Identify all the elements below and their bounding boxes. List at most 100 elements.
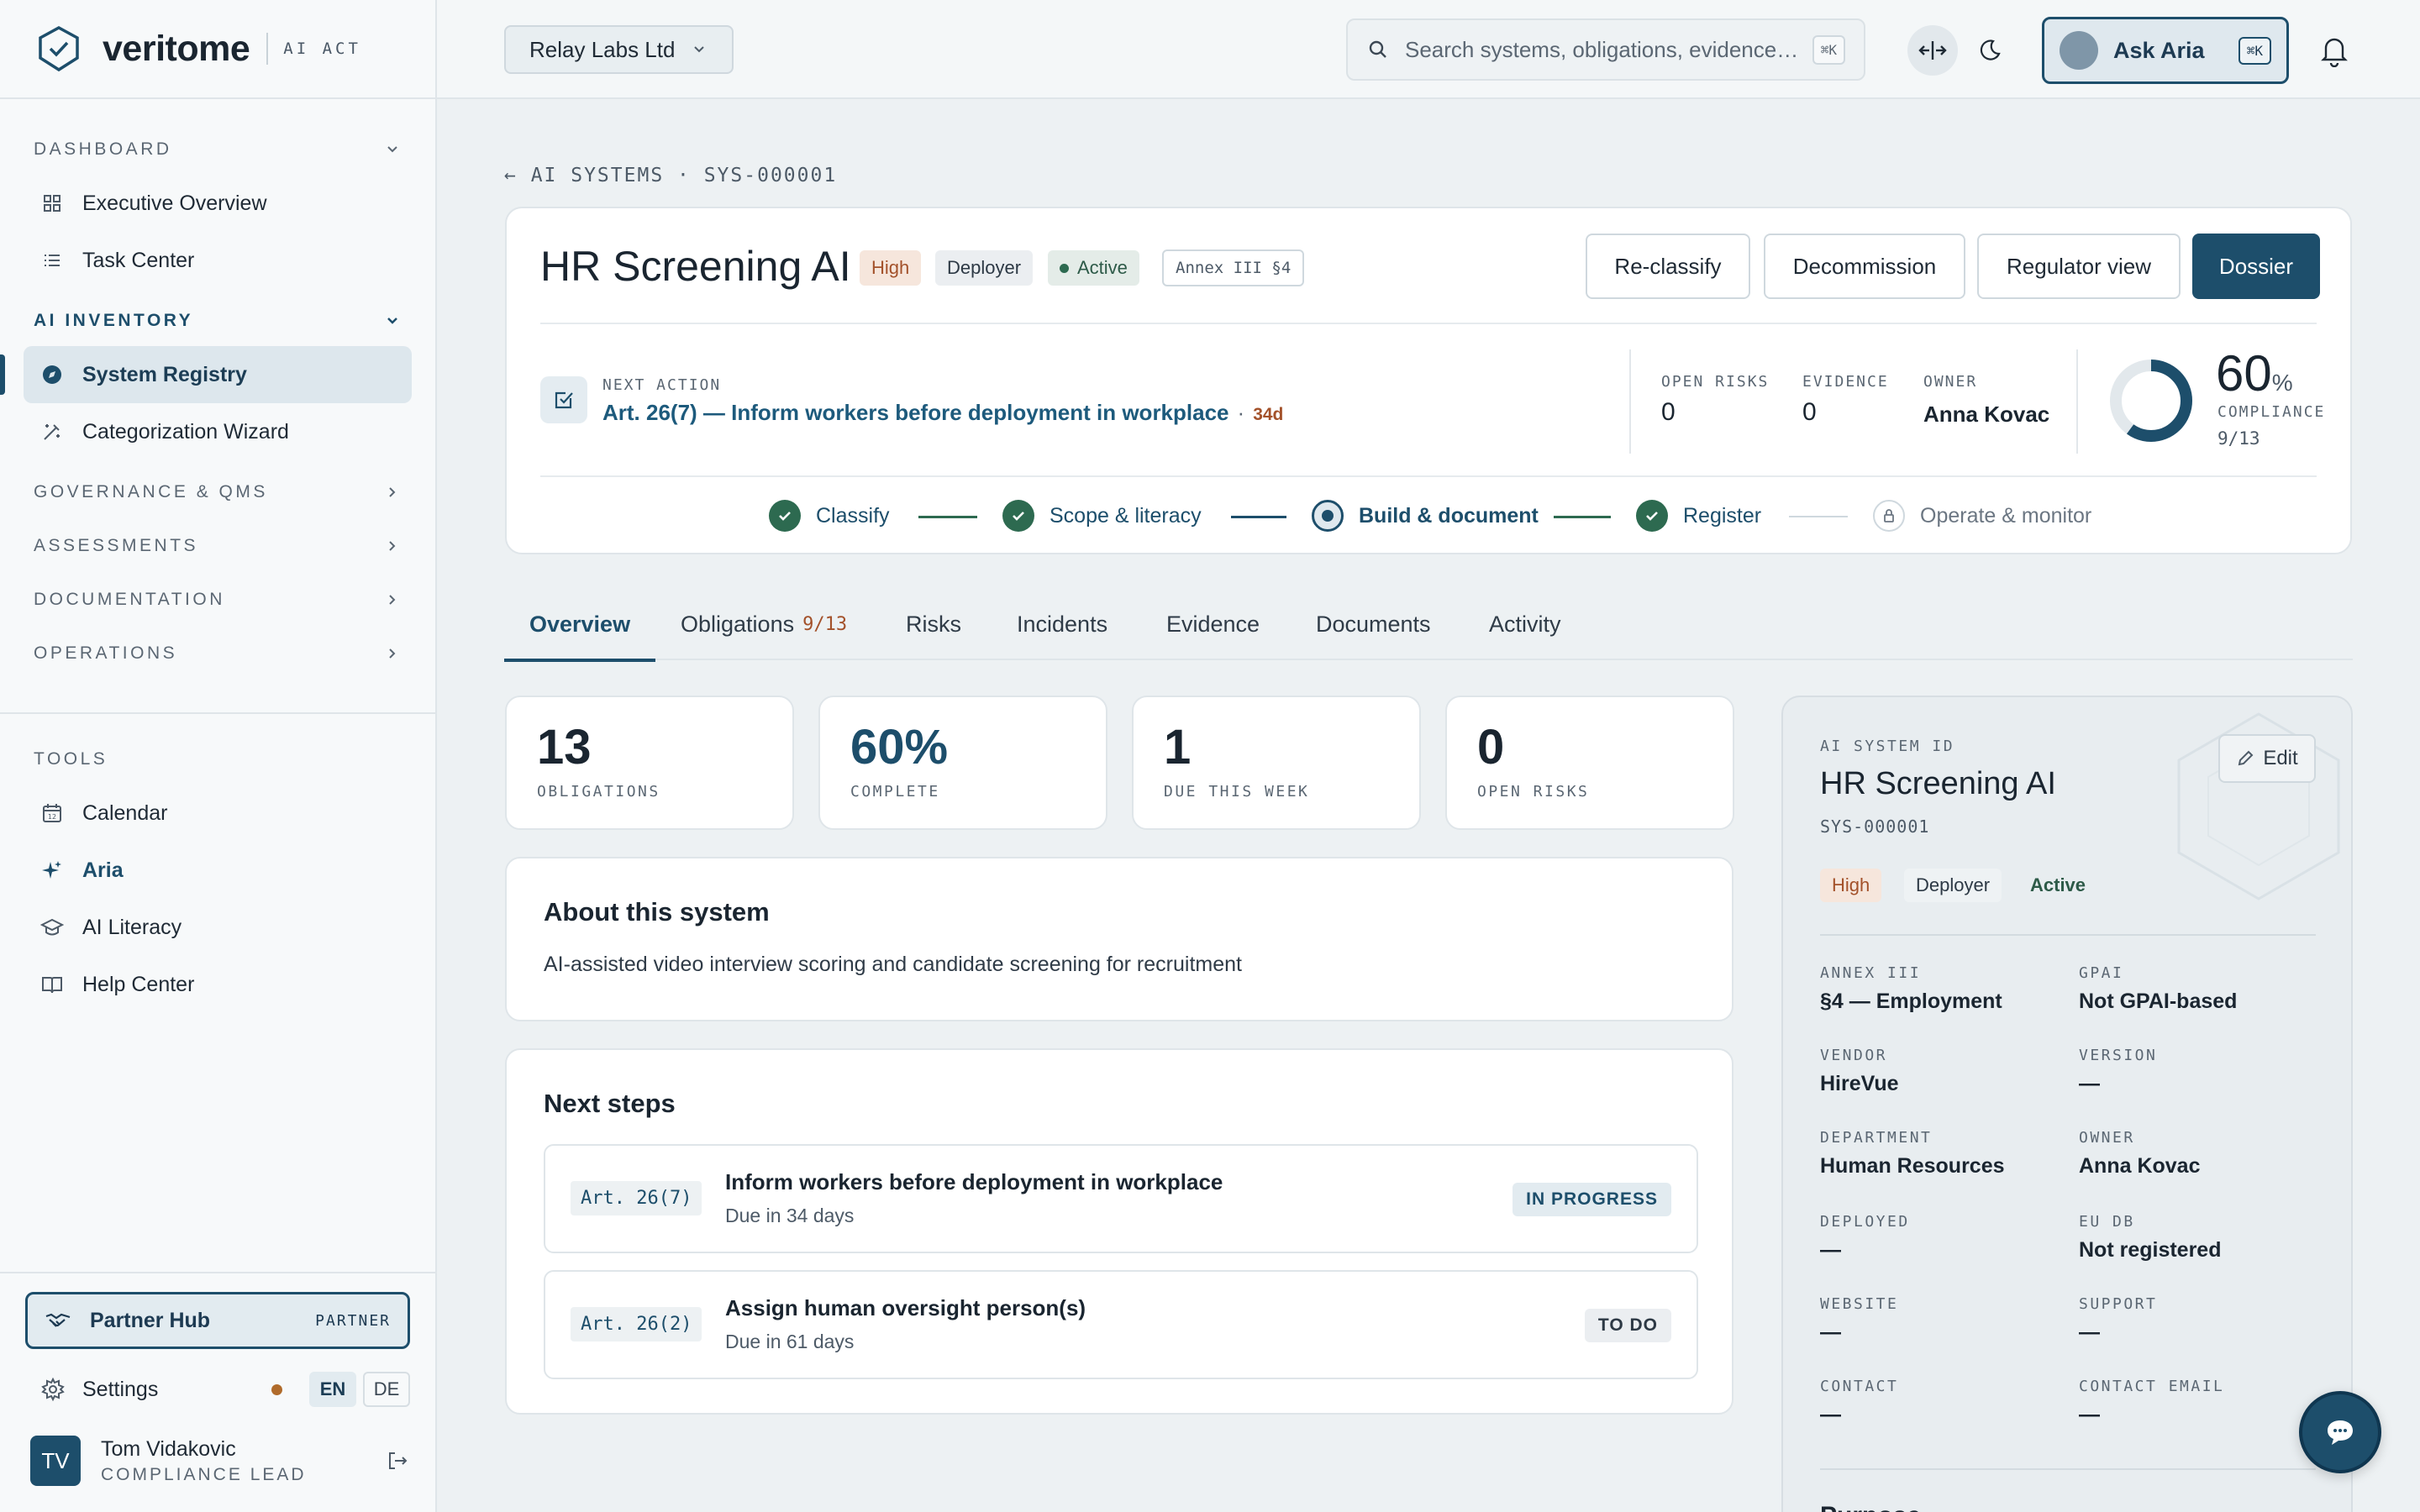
tab-overview[interactable]: Overview <box>504 588 656 662</box>
chevron-down-icon <box>387 318 397 324</box>
graduation-cap-icon <box>40 918 64 936</box>
step-scope-literacy[interactable]: Scope & literacy <box>1002 491 1202 541</box>
dossier-button[interactable]: Dossier <box>2192 234 2320 299</box>
section-ai-inventory[interactable]: AI INVENTORY <box>0 296 435 346</box>
step-connector <box>1789 516 1848 517</box>
annex-label: ANNEX III <box>1820 964 1922 982</box>
decommission-button[interactable]: Decommission <box>1764 234 1965 299</box>
tab-documents[interactable]: Documents <box>1316 588 1431 660</box>
divider <box>1820 934 2316 936</box>
global-search[interactable]: Search systems, obligations, evidence… ⌘… <box>1346 18 1865 81</box>
brand: veritome AI ACT <box>0 0 435 99</box>
compass-icon <box>43 365 61 384</box>
kpi-label: OPEN RISKS <box>1477 783 1590 801</box>
deployed-value: — <box>1820 1238 1841 1262</box>
vendor-value: HireVue <box>1820 1072 1899 1095</box>
owner-label: OWNER <box>1923 373 1978 391</box>
kpi-value: 60% <box>850 720 949 774</box>
compliance-label: COMPLIANCE <box>2217 403 2326 421</box>
website-value: — <box>1820 1320 1841 1344</box>
notifications-button[interactable] <box>2309 25 2360 76</box>
expand-width-button[interactable] <box>1907 25 1958 76</box>
step-register[interactable]: Register <box>1636 491 1761 541</box>
book-icon <box>42 977 62 994</box>
website-label: WEBSITE <box>1820 1295 1899 1313</box>
chevron-right-icon <box>389 541 396 551</box>
step-title: Inform workers before deployment in work… <box>725 1169 1223 1194</box>
divider <box>540 475 2317 477</box>
partner-hub-label: Partner Hub <box>90 1308 211 1332</box>
section-documentation[interactable]: DOCUMENTATION <box>0 575 435 625</box>
next-action-title: Art. 26(7) — Inform workers before deplo… <box>602 400 1229 425</box>
tab-obligations[interactable]: Obligations 9/13 <box>681 588 847 660</box>
brand-name: veritome <box>103 28 250 69</box>
settings-link[interactable]: Settings <box>40 1377 158 1402</box>
step-due: Due in 61 days <box>725 1331 855 1352</box>
tab-evidence[interactable]: Evidence <box>1166 588 1260 660</box>
open-risks-label: OPEN RISKS <box>1661 373 1770 391</box>
regulator-view-button[interactable]: Regulator view <box>1977 234 2181 299</box>
check-icon <box>1002 500 1034 532</box>
section-label: AI INVENTORY <box>34 311 194 330</box>
sidebar-item-categorization-wizard[interactable]: Categorization Wizard <box>24 403 412 460</box>
sidebar-item-executive-overview[interactable]: Executive Overview <box>24 175 412 232</box>
sidebar-item-system-registry[interactable]: System Registry <box>0 346 412 403</box>
sidebar-item-aria[interactable]: Aria <box>24 842 412 899</box>
step-build-document[interactable]: Build & document <box>1312 491 1539 541</box>
section-tools: TOOLS <box>0 734 435 785</box>
sidebar-item-task-center[interactable]: Task Center <box>24 232 412 289</box>
lang-de-button[interactable]: DE <box>363 1372 410 1407</box>
edit-button[interactable]: Edit <box>2218 734 2316 783</box>
section-label: TOOLS <box>34 749 108 769</box>
step-connector <box>1554 516 1611 518</box>
chevron-down-icon <box>694 46 705 53</box>
sidebar-item-ai-literacy[interactable]: AI Literacy <box>24 899 412 956</box>
tab-activity[interactable]: Activity <box>1489 588 1561 660</box>
reclassify-button[interactable]: Re-classify <box>1586 234 1750 299</box>
sidebar-item-calendar[interactable]: 12 Calendar <box>24 785 412 842</box>
section-assessments[interactable]: ASSESSMENTS <box>0 521 435 571</box>
kpi-open-risks: 0 OPEN RISKS <box>1445 696 1734 830</box>
next-action-link[interactable]: Art. 26(7) — Inform workers before deplo… <box>602 400 1283 426</box>
tab-incidents[interactable]: Incidents <box>1017 588 1107 660</box>
avatar[interactable]: TV <box>30 1436 81 1486</box>
status-dot <box>1060 263 1069 273</box>
settings-row: Settings EN DE <box>25 1362 410 1416</box>
section-dashboard[interactable]: DASHBOARD <box>0 124 435 175</box>
sidebar-item-label: Help Center <box>82 972 195 996</box>
about-text: AI-assisted video interview scoring and … <box>544 953 1242 976</box>
next-action-days: 34d <box>1253 405 1284 424</box>
list-item[interactable]: Art. 26(2) Assign human oversight person… <box>544 1270 1698 1379</box>
lang-en-button[interactable]: EN <box>309 1372 356 1407</box>
risk-badge: High <box>1820 869 1882 902</box>
owner-value: Anna Kovac <box>1923 402 2050 427</box>
step-label: Build & document <box>1359 503 1539 528</box>
tab-count: 9/13 <box>802 613 848 635</box>
ask-aria-button[interactable]: Ask Aria ⌘K <box>2042 17 2289 84</box>
user-row: TV Tom Vidakovic COMPLIANCE LEAD <box>25 1423 410 1499</box>
org-selector[interactable]: Relay Labs Ltd <box>504 25 734 74</box>
theme-toggle[interactable] <box>1965 25 2015 76</box>
chat-fab-button[interactable] <box>2299 1391 2381 1473</box>
section-label: GOVERNANCE & QMS <box>34 482 268 501</box>
logout-icon[interactable] <box>385 1448 410 1473</box>
chevron-right-icon <box>389 648 396 659</box>
section-operations[interactable]: OPERATIONS <box>0 628 435 679</box>
step-classify[interactable]: Classify <box>769 491 890 541</box>
step-operate-monitor[interactable]: Operate & monitor <box>1873 491 2091 541</box>
search-input[interactable]: Search systems, obligations, evidence… <box>1405 37 1812 63</box>
kpi-label: DUE THIS WEEK <box>1164 783 1310 801</box>
section-governance[interactable]: GOVERNANCE & QMS <box>0 467 435 517</box>
magic-wand-icon <box>44 424 60 440</box>
purpose-heading: Purpose <box>1820 1502 1921 1512</box>
sidebar-item-help-center[interactable]: Help Center <box>24 956 412 1013</box>
sidebar-item-label: System Registry <box>82 362 247 386</box>
tab-risks[interactable]: Risks <box>906 588 961 660</box>
owner-value: Anna Kovac <box>2079 1154 2201 1178</box>
breadcrumb[interactable]: ← AI SYSTEMS · SYS-000001 <box>504 165 837 186</box>
list-item[interactable]: Art. 26(7) Inform workers before deploym… <box>544 1144 1698 1253</box>
step-due: Due in 34 days <box>725 1205 855 1226</box>
partner-hub-button[interactable]: Partner Hub PARTNER <box>25 1292 410 1349</box>
partner-badge: PARTNER <box>315 1311 391 1330</box>
contact-email-label: CONTACT EMAIL <box>2079 1378 2225 1395</box>
